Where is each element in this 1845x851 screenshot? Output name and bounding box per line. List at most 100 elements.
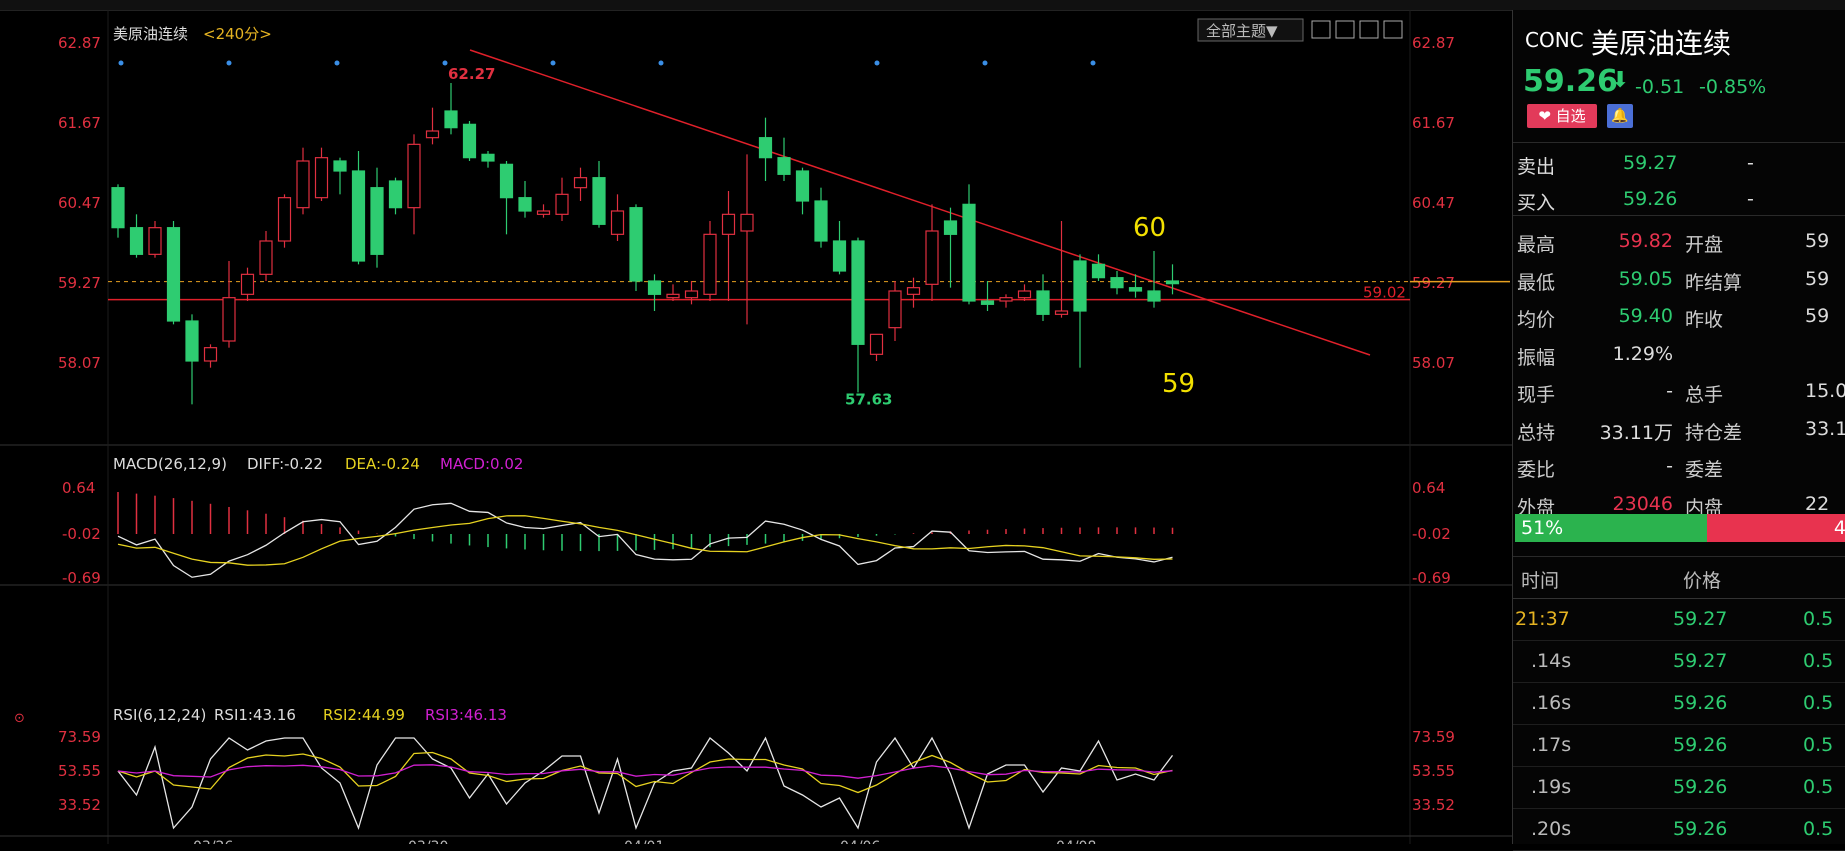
candle-body <box>1165 280 1180 285</box>
candle-body <box>888 290 902 329</box>
event-dot <box>442 60 448 66</box>
stat-row: 总持 33.11万 持仓差 33.1 <box>1513 410 1845 448</box>
price-axis-label: 61.67 <box>58 114 101 132</box>
price-axis-label: 58.07 <box>58 354 101 372</box>
stat-label: 昨收 <box>1685 309 1724 331</box>
candle-body <box>832 240 847 272</box>
chart-canvas[interactable]: 美原油连续 <240分> 全部主题▼ 62.87 62.87 61.67 61.67 60.4… <box>0 10 1512 851</box>
date-label: 03/30 <box>408 839 448 844</box>
tick-volume: 0.5 <box>1803 692 1834 714</box>
annotation-60: 60 <box>1133 213 1166 243</box>
stat-value: 33.11万 <box>1599 421 1673 444</box>
tick-volume: 0.5 <box>1803 608 1834 630</box>
rsi-axis-label: 53.55 <box>58 762 101 780</box>
candle-body <box>536 210 551 215</box>
candle-body <box>1054 310 1069 315</box>
rsi1-line <box>117 736 1174 831</box>
event-dot <box>334 60 340 66</box>
macd-dea: DEA:-0.24 <box>345 455 420 473</box>
stat-value: 59 <box>1805 230 1830 252</box>
candle-body <box>222 297 236 342</box>
sell-volume: - <box>1747 152 1754 174</box>
rsi3-value: RSI3:46.13 <box>425 706 507 724</box>
macd-axis-label: -0.02 <box>62 525 101 543</box>
stat-value: 33.1 <box>1805 417 1845 440</box>
candle-body <box>407 143 421 209</box>
stat-label: 最低 <box>1517 271 1556 294</box>
candle-body <box>610 210 625 235</box>
price-axis-label: 59.27 <box>58 274 101 292</box>
support-line-label: 59.02 <box>1363 284 1406 302</box>
candle-body <box>499 163 514 199</box>
tick-price: 59.27 <box>1673 650 1728 672</box>
chart-period: <240分> <box>203 25 272 43</box>
stat-label: 昨结算 <box>1685 271 1743 294</box>
candle-body <box>296 160 310 209</box>
kline-chart[interactable]: 美原油连续 <240分> 全部主题▼ 62.87 62.87 61.67 61.67 60.4… <box>0 10 1512 851</box>
price-axis-label: 61.67 <box>1412 114 1455 132</box>
event-dot <box>982 60 988 66</box>
quote-panel: CONC 美原油连续 59.26 ⬇ -0.51 -0.85% ❤ 自选 🔔 卖… <box>1512 10 1845 851</box>
last-price: 59.26 <box>1523 64 1618 99</box>
price-axis-label: 59.27 <box>1412 274 1455 292</box>
event-dot <box>550 60 556 66</box>
date-label: 04/01 <box>624 839 664 844</box>
divider <box>1513 215 1845 216</box>
macd-axis-label: 0.64 <box>62 479 95 497</box>
tick-row[interactable]: .17s 59.26 0.5 <box>1513 724 1845 767</box>
stat-value: 59.05 <box>1618 267 1673 290</box>
event-dot <box>658 60 664 66</box>
symbol-code: CONC <box>1525 28 1584 52</box>
candle-body <box>721 213 736 235</box>
low-label: 57.63 <box>845 390 892 408</box>
candle-body <box>1073 260 1087 312</box>
bell-icon[interactable]: 🔔 <box>1607 104 1633 128</box>
candle-body <box>555 193 569 215</box>
price-axis-label: 62.87 <box>58 34 101 52</box>
tick-volume: 0.5 <box>1803 818 1834 840</box>
candle-body <box>481 153 495 162</box>
candle-body <box>351 170 366 262</box>
macd-diff: DIFF:-0.22 <box>247 455 323 473</box>
stat-value: 59.82 <box>1618 230 1673 252</box>
stat-row: 振幅 1.29% <box>1513 335 1845 373</box>
rsi-axis-label: 53.55 <box>1412 762 1455 780</box>
tick-price: 59.26 <box>1673 818 1728 840</box>
annotation-59: 59 <box>1162 369 1195 399</box>
candle-body <box>388 180 403 209</box>
tick-time: 21:37 <box>1515 608 1570 630</box>
candle-body <box>166 227 181 322</box>
candle-body <box>444 110 458 129</box>
inner-ratio-bar: 4 <box>1707 514 1845 542</box>
tick-row[interactable]: .19s 59.26 0.5 <box>1513 766 1845 809</box>
tick-row[interactable]: .20s 59.26 0.5 <box>1513 808 1845 851</box>
buy-volume: - <box>1747 188 1754 210</box>
date-label: 04/06 <box>840 839 880 844</box>
stat-value: 1.29% <box>1612 342 1673 365</box>
candle-body <box>684 290 699 299</box>
stat-value: - <box>1666 380 1673 402</box>
add-favorite-button[interactable]: ❤ 自选 <box>1527 104 1597 128</box>
rsi-axis-label: 73.59 <box>1412 728 1455 746</box>
tick-row[interactable]: .14s 59.27 0.5 <box>1513 640 1845 683</box>
stat-row: 委比 - 委差 <box>1513 447 1845 485</box>
tick-row[interactable]: .16s 59.26 0.5 <box>1513 682 1845 725</box>
date-label: 03/26 <box>193 839 233 844</box>
chart-title: 美原油连续 <box>113 25 188 43</box>
macd-axis-label: 0.64 <box>1412 479 1445 497</box>
candle-body <box>185 320 199 362</box>
toolbar-icon <box>1311 20 1331 39</box>
candle-body <box>1110 277 1124 289</box>
date-label: 04/08 <box>1056 839 1096 844</box>
stat-row: 现手 - 总手 15.0 <box>1513 372 1845 410</box>
candle-body <box>666 293 680 299</box>
high-label: 62.27 <box>448 65 495 83</box>
stat-label: 委差 <box>1685 459 1724 481</box>
tick-header-price: 价格 <box>1683 570 1722 592</box>
macd-diff-line <box>117 502 1173 578</box>
stat-row: 最低 59.05 昨结算 59 <box>1513 260 1845 298</box>
theme-button-label: 全部主题▼ <box>1206 22 1278 40</box>
candle-body <box>111 187 125 229</box>
candle-body <box>370 187 384 255</box>
tick-row[interactable]: 21:37 59.27 0.5 <box>1513 598 1845 641</box>
